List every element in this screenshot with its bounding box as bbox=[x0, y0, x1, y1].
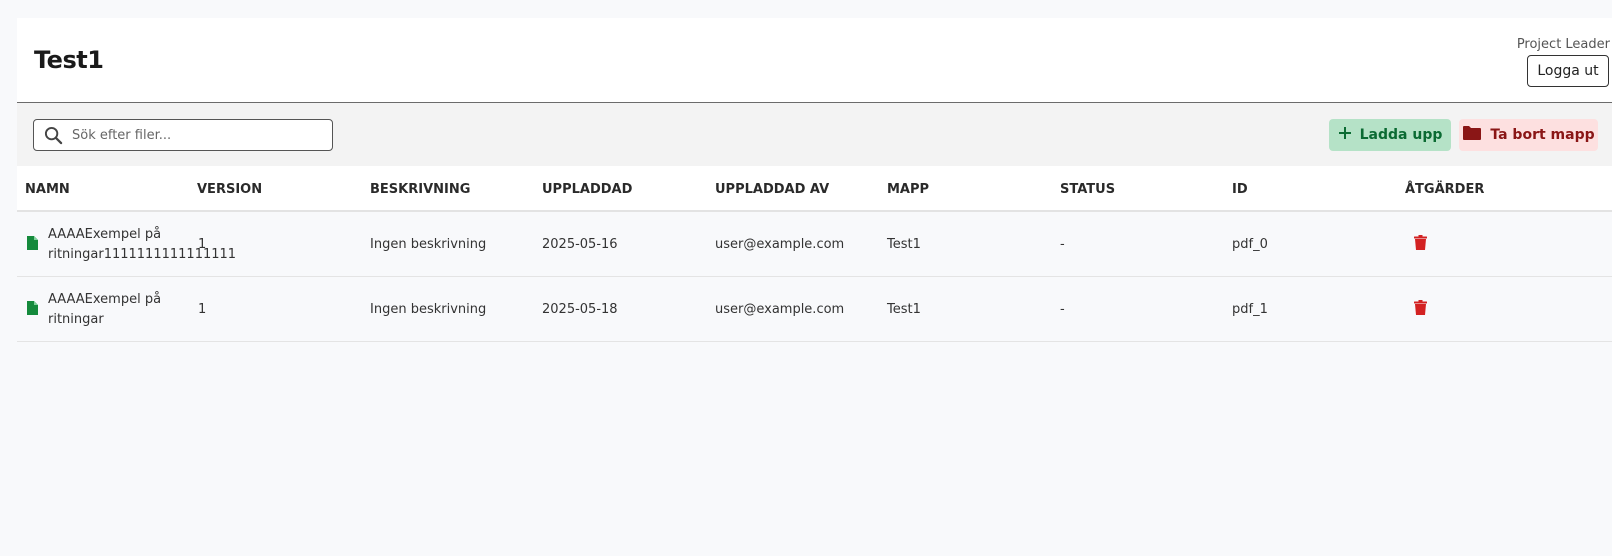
file-version: 1 bbox=[198, 302, 207, 317]
logout-button[interactable]: Logga ut bbox=[1527, 55, 1609, 87]
toolbar: Ladda upp Ta bort mapp bbox=[17, 103, 1612, 166]
column-header-uploaded[interactable]: UPPLADDAD bbox=[542, 182, 632, 197]
column-header-status[interactable]: STATUS bbox=[1060, 182, 1115, 197]
trash-icon[interactable] bbox=[1414, 235, 1427, 254]
search-input[interactable] bbox=[72, 127, 312, 143]
table-row[interactable]: AAAAExempel på ritningar 1 Ingen beskriv… bbox=[17, 277, 1612, 342]
file-description: Ingen beskrivning bbox=[370, 302, 487, 317]
plus-icon bbox=[1338, 126, 1352, 144]
file-id: pdf_1 bbox=[1232, 302, 1268, 317]
search-icon bbox=[44, 125, 64, 145]
file-folder: Test1 bbox=[887, 302, 921, 317]
file-uploaded-by: user@example.com bbox=[715, 302, 845, 317]
file-folder: Test1 bbox=[887, 237, 921, 252]
app: Test1 Project Leader Logga ut Ladda upp bbox=[17, 18, 1612, 342]
file-uploaded-date: 2025-05-18 bbox=[542, 302, 618, 317]
file-uploaded-date: 2025-05-16 bbox=[542, 237, 618, 252]
file-description: Ingen beskrivning bbox=[370, 237, 487, 252]
trash-icon[interactable] bbox=[1414, 300, 1427, 319]
file-status: - bbox=[1060, 302, 1065, 317]
file-uploaded-by: user@example.com bbox=[715, 237, 845, 252]
file-icon bbox=[26, 235, 38, 254]
column-header-name[interactable]: NAMN bbox=[25, 182, 70, 197]
column-header-folder[interactable]: MAPP bbox=[887, 182, 929, 197]
table-row[interactable]: AAAAExempel på ritningar1111111111111111… bbox=[17, 212, 1612, 277]
folder-icon bbox=[1462, 125, 1482, 145]
file-icon bbox=[26, 300, 38, 319]
column-header-id[interactable]: ID bbox=[1232, 182, 1248, 197]
delete-folder-button-label: Ta bort mapp bbox=[1490, 127, 1595, 143]
file-status: - bbox=[1060, 237, 1065, 252]
delete-folder-button[interactable]: Ta bort mapp bbox=[1459, 119, 1598, 151]
table-header: NAMN VERSION BESKRIVNING UPPLADDAD UPPLA… bbox=[17, 166, 1612, 212]
upload-button[interactable]: Ladda upp bbox=[1329, 119, 1451, 151]
column-header-description[interactable]: BESKRIVNING bbox=[370, 182, 470, 197]
upload-button-label: Ladda upp bbox=[1359, 127, 1443, 143]
column-header-uploaded-by[interactable]: UPPLADDAD AV bbox=[715, 182, 829, 197]
user-role-label: Project Leader bbox=[1516, 37, 1610, 52]
file-version: 1 bbox=[198, 237, 207, 252]
column-header-actions: ÅTGÄRDER bbox=[1405, 182, 1485, 197]
column-header-version[interactable]: VERSION bbox=[197, 182, 262, 197]
header: Test1 Project Leader Logga ut bbox=[17, 18, 1612, 103]
page-title: Test1 bbox=[34, 46, 104, 74]
search-box[interactable] bbox=[33, 119, 333, 151]
files-table: NAMN VERSION BESKRIVNING UPPLADDAD UPPLA… bbox=[17, 166, 1612, 342]
file-id: pdf_0 bbox=[1232, 237, 1268, 252]
